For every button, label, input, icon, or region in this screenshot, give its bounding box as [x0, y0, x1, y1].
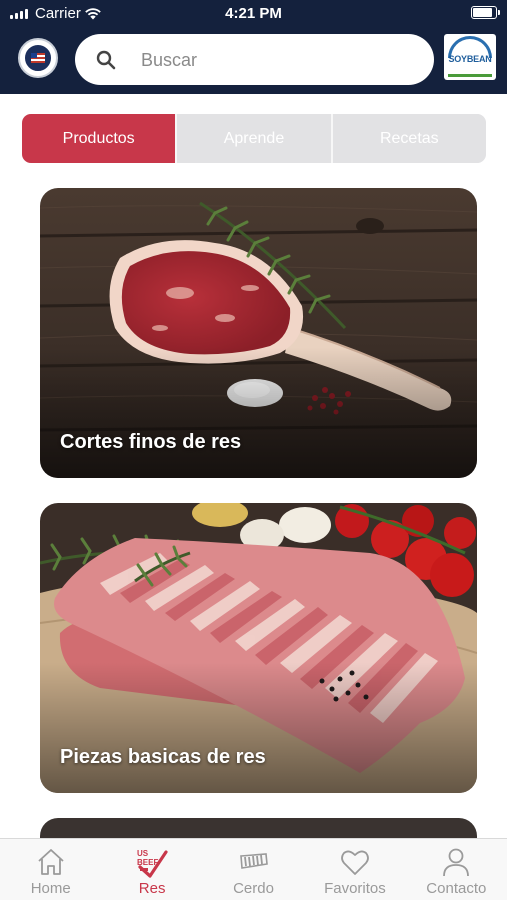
status-time: 4:21 PM: [225, 5, 282, 22]
pork-icon: [239, 853, 268, 869]
flag-icon: [31, 53, 45, 63]
search-input[interactable]: [141, 46, 411, 74]
tabbar-cerdo-label: Cerdo: [233, 880, 274, 897]
battery-fill: [473, 8, 492, 17]
tabbar-home-label: Home: [30, 880, 71, 897]
card-cortes-finos[interactable]: Cortes finos de res: [40, 188, 477, 478]
home-icon: [38, 849, 64, 875]
tab-recetas[interactable]: Recetas: [330, 114, 486, 163]
seal-inner: [23, 43, 53, 73]
tabbar-res-label: Res: [138, 880, 166, 897]
tabbar-res[interactable]: US BEEF Res: [101, 839, 202, 900]
logo-word: SOYBEAN: [448, 54, 492, 64]
card-title-piezas-basicas: Piezas basicas de res: [60, 746, 266, 768]
category-tabs: Productos Aprende Recetas: [22, 114, 486, 163]
tabbar-contacto-label: Contacto: [426, 880, 487, 897]
svg-text:US: US: [137, 849, 149, 858]
search-bar[interactable]: [75, 34, 434, 85]
search-icon: [96, 50, 116, 70]
battery-icon: [471, 6, 500, 19]
bottom-tab-bar: Home US BEEF Res Cerdo Favoritos Contact…: [0, 838, 507, 900]
tabbar-cerdo[interactable]: Cerdo: [203, 839, 304, 900]
us-seal-logo[interactable]: [18, 38, 58, 78]
app-header: Carrier 4:21 PM SOYBEAN: [0, 0, 507, 94]
illinois-soybean-logo[interactable]: SOYBEAN: [444, 34, 496, 80]
tabbar-favoritos-label: Favoritos: [324, 880, 386, 897]
status-bar: Carrier 4:21 PM: [0, 0, 507, 26]
us-beef-icon: US BEEF: [137, 849, 168, 878]
logo-stripe: [448, 74, 492, 77]
tab-aprende[interactable]: Aprende: [175, 114, 331, 163]
tabbar-home[interactable]: Home: [0, 839, 101, 900]
tabbar-contacto[interactable]: Contacto: [406, 839, 507, 900]
tabbar-favoritos[interactable]: Favoritos: [304, 839, 405, 900]
tab-productos[interactable]: Productos: [22, 114, 176, 163]
heart-icon: [341, 850, 369, 875]
card-title-cortes-finos: Cortes finos de res: [60, 431, 242, 453]
person-icon: [443, 848, 470, 877]
card-piezas-basicas[interactable]: Piezas basicas de res: [40, 503, 477, 793]
